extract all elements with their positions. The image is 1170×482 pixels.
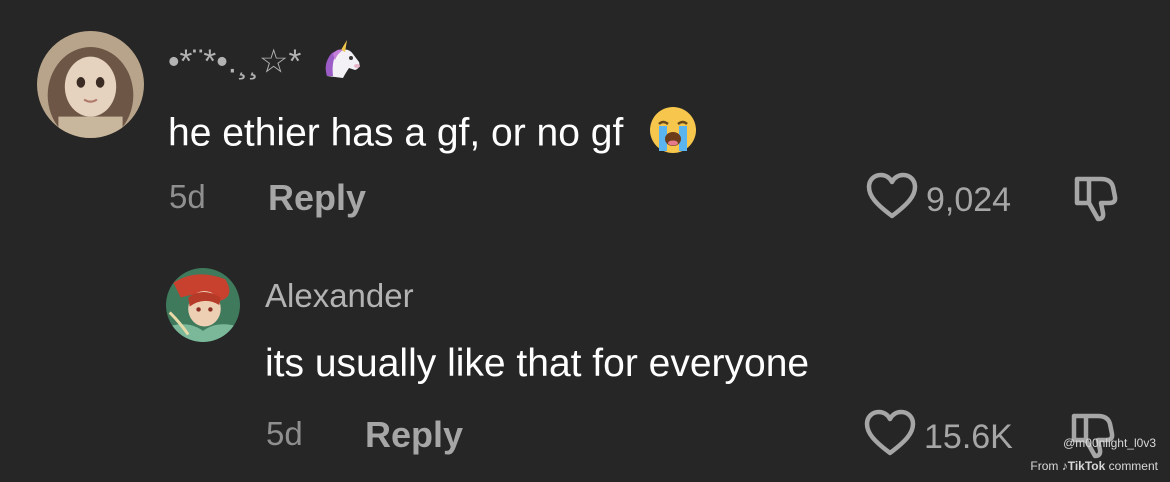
watermark-suffix: comment: [1108, 459, 1158, 473]
comment-age: 5d: [169, 178, 206, 215]
watermark-tiktok: From ♪TikTok comment: [1030, 459, 1158, 473]
reply-button[interactable]: Reply: [365, 414, 463, 456]
username-text: •*¨*•.¸¸☆*: [168, 42, 302, 80]
unicorn-icon: [319, 40, 363, 88]
avatar[interactable]: [166, 268, 240, 342]
comment-age: 5d: [266, 415, 303, 452]
heart-icon: [866, 172, 926, 229]
like-button[interactable]: 15.6K: [864, 409, 1013, 466]
watermark-from: From: [1030, 459, 1059, 473]
comment-username[interactable]: Alexander: [265, 277, 414, 315]
dislike-button[interactable]: [1071, 173, 1125, 228]
reply-button[interactable]: Reply: [268, 177, 366, 219]
comment-text: he ethier has a gf, or no gf: [168, 105, 698, 165]
heart-icon: [864, 409, 924, 466]
comment-text: its usually like that for everyone: [265, 342, 810, 385]
like-count: 15.6K: [924, 418, 1013, 456]
comment-username[interactable]: •*¨*•.¸¸☆*: [168, 40, 363, 88]
watermark-brand: TikTok: [1067, 459, 1106, 473]
comment-body: he ethier has a gf, or no gf: [168, 111, 624, 155]
like-count: 9,024: [926, 181, 1012, 219]
watermark-handle: @m00nlight_l0v3: [1063, 436, 1156, 450]
like-button[interactable]: 9,024: [866, 172, 1011, 229]
avatar[interactable]: [37, 31, 144, 138]
loudly-crying-face-icon: [648, 105, 698, 165]
thumbs-down-icon: [1071, 176, 1125, 227]
